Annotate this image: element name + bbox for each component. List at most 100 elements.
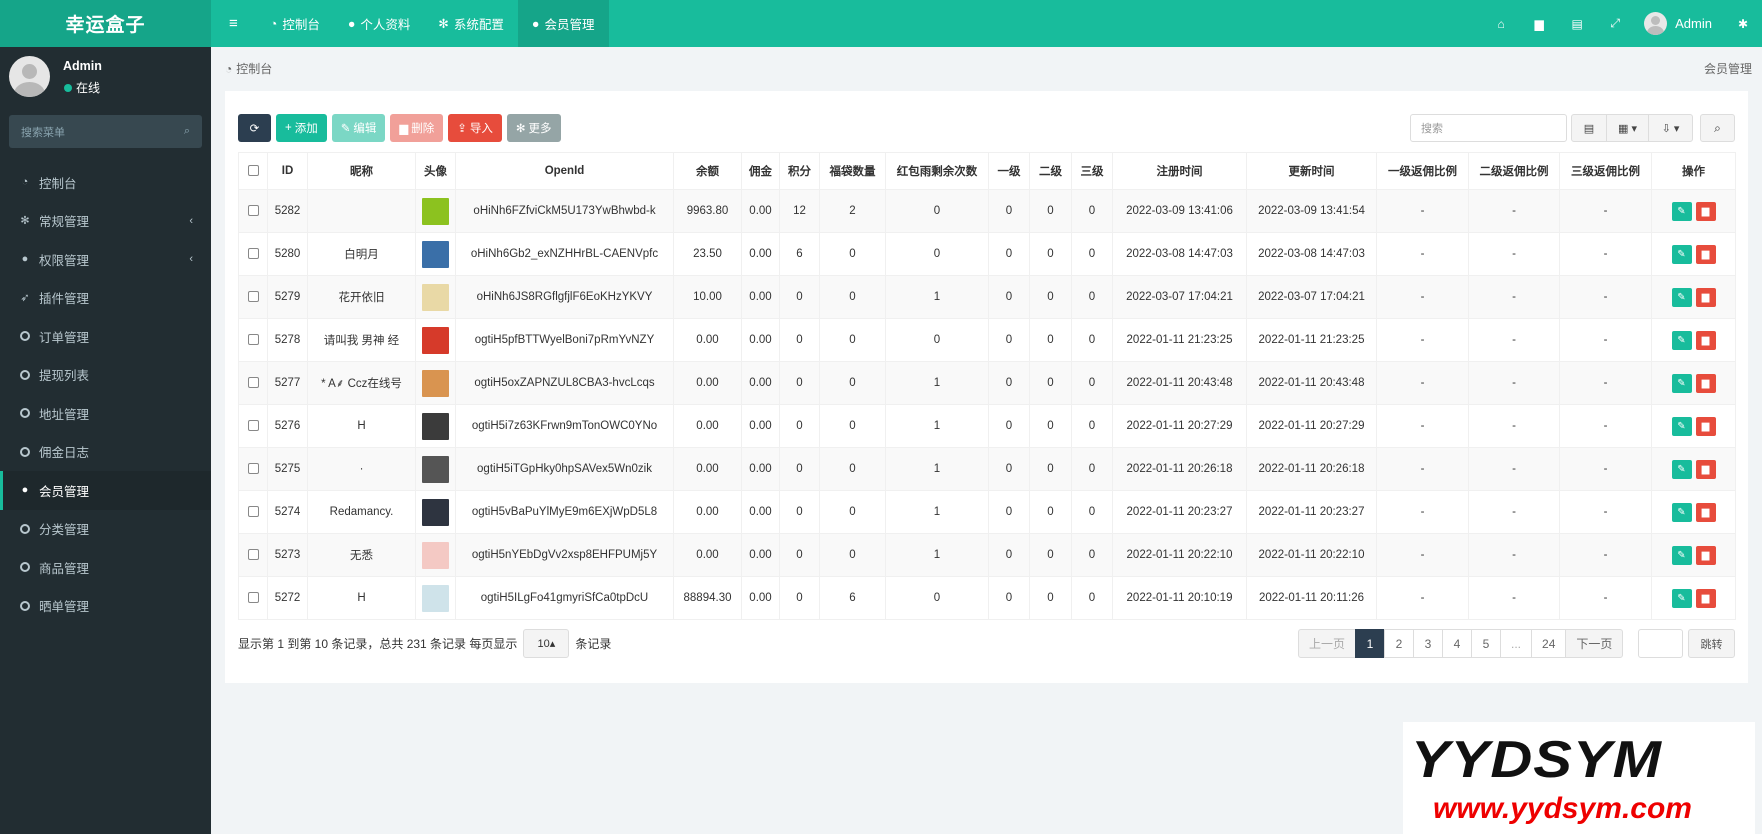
- table-row[interactable]: 5272 HogtiH5ILgFo41gmyriSfCa0tpDcU 88894.3…: [238, 576, 1736, 620]
- columns-button[interactable]: ▦ ▾: [1606, 114, 1649, 142]
- row-edit-button[interactable]: ✎: [1671, 373, 1692, 393]
- row-checkbox[interactable]: [247, 549, 259, 561]
- row-checkbox[interactable]: [247, 592, 259, 604]
- page-button[interactable]: 4: [1442, 629, 1473, 658]
- row-delete-button[interactable]: ▆: [1695, 373, 1716, 393]
- row-delete-button[interactable]: ▆: [1695, 459, 1716, 479]
- table-row[interactable]: 5278 请叫我 男神 经 ogtiH5pfBTTWyelBoni7pRmYvNZY…: [238, 318, 1736, 362]
- row-delete-button[interactable]: ▆: [1695, 201, 1716, 221]
- avatar[interactable]: [422, 412, 449, 440]
- row-checkbox[interactable]: [247, 334, 259, 346]
- sidebar-item-permissions[interactable]: ● 权限管理 ‹: [0, 240, 211, 279]
- row-delete-button[interactable]: ▆: [1695, 287, 1716, 307]
- column-header[interactable]: 三级: [1071, 152, 1113, 190]
- menu-search-input[interactable]: 搜索菜单 ⌕: [9, 115, 202, 148]
- column-header[interactable]: 红包雨剩余次数: [885, 152, 989, 190]
- column-header[interactable]: 注册时间: [1112, 152, 1247, 190]
- sidebar-item-commission-log[interactable]: 佣金日志: [0, 433, 211, 472]
- column-header[interactable]: 二级: [1029, 152, 1072, 190]
- table-row[interactable]: 5274 Redamancy. ogtiH5vBaPuYlMyE9m6EXjWpD5…: [238, 490, 1736, 534]
- sidebar-item-addresses[interactable]: 地址管理: [0, 394, 211, 433]
- avatar[interactable]: [422, 197, 449, 225]
- row-checkbox[interactable]: [247, 420, 259, 432]
- row-delete-button[interactable]: ▆: [1695, 244, 1716, 264]
- column-header[interactable]: OpenId: [455, 152, 674, 190]
- row-delete-button[interactable]: ▆: [1695, 502, 1716, 522]
- row-edit-button[interactable]: ✎: [1671, 545, 1692, 565]
- column-header[interactable]: 积分: [779, 152, 820, 190]
- row-edit-button[interactable]: ✎: [1671, 502, 1692, 522]
- sidebar-item-withdrawals[interactable]: 提现列表: [0, 356, 211, 395]
- topnav-item-dashboard[interactable]: ◔ 控制台: [256, 0, 334, 47]
- sidebar-item-showcase[interactable]: 晒单管理: [0, 587, 211, 626]
- page-button[interactable]: 5: [1471, 629, 1502, 658]
- sidebar-item-categories[interactable]: 分类管理: [0, 510, 211, 549]
- topnav-item-members[interactable]: ● 会员管理: [517, 0, 609, 47]
- more-button[interactable]: ✻ 更多: [506, 114, 561, 142]
- table-row[interactable]: 5273 无悉 ogtiH5nYEbDgVv2xsp8EHFPUMj5Y 0.00 0.…: [238, 533, 1736, 577]
- advanced-search-button[interactable]: ⌕: [1700, 114, 1735, 142]
- page-button[interactable]: 2: [1384, 629, 1415, 658]
- table-row[interactable]: 5276 HogtiH5i7z63KFrwn9mTonOWC0YNo 0.00 0.0…: [238, 404, 1736, 448]
- column-header[interactable]: 头像: [415, 152, 456, 190]
- app-logo[interactable]: 幸运盒子: [0, 0, 211, 47]
- page-size-select[interactable]: 10 ▴: [523, 629, 570, 658]
- language-icon[interactable]: ▤: [1558, 0, 1596, 47]
- column-header[interactable]: 一级: [988, 152, 1030, 190]
- delete-button[interactable]: ▆ 删除: [390, 114, 444, 142]
- row-edit-button[interactable]: ✎: [1671, 588, 1692, 608]
- prev-page-button[interactable]: 上一页: [1298, 629, 1357, 658]
- row-delete-button[interactable]: ▆: [1695, 330, 1716, 350]
- row-checkbox[interactable]: [247, 506, 259, 518]
- row-edit-button[interactable]: ✎: [1671, 201, 1692, 221]
- column-header[interactable]: ID: [267, 152, 308, 190]
- column-header[interactable]: 更新时间: [1246, 152, 1377, 190]
- row-edit-button[interactable]: ✎: [1671, 459, 1692, 479]
- sidebar-item-orders[interactable]: 订单管理: [0, 317, 211, 356]
- fullscreen-icon[interactable]: ⤢: [1596, 0, 1634, 47]
- row-edit-button[interactable]: ✎: [1671, 244, 1692, 264]
- column-header[interactable]: 佣金: [741, 152, 780, 190]
- add-button[interactable]: + 添加: [276, 114, 327, 142]
- select-all-checkbox[interactable]: [247, 165, 259, 177]
- sidebar-item-products[interactable]: 商品管理: [0, 548, 211, 587]
- jump-page-input[interactable]: [1638, 629, 1683, 658]
- avatar[interactable]: [422, 326, 449, 354]
- row-checkbox[interactable]: [247, 248, 259, 260]
- trash-icon[interactable]: ▆: [1520, 0, 1558, 47]
- column-header[interactable]: 二级返佣比例: [1468, 152, 1560, 190]
- home-icon[interactable]: ⌂: [1482, 0, 1520, 47]
- row-delete-button[interactable]: ▆: [1695, 416, 1716, 436]
- avatar[interactable]: [422, 584, 449, 612]
- page-button[interactable]: 1: [1355, 629, 1386, 658]
- breadcrumb-item[interactable]: 控制台: [236, 60, 272, 77]
- column-header[interactable]: 余额: [673, 152, 742, 190]
- table-row[interactable]: 5282 oHiNh6FZfviCkM5U173YwBhwbd-k 9963.80 0…: [238, 189, 1736, 233]
- row-checkbox[interactable]: [247, 291, 259, 303]
- avatar[interactable]: [422, 240, 449, 268]
- row-checkbox[interactable]: [247, 463, 259, 475]
- next-page-button[interactable]: 下一页: [1565, 629, 1624, 658]
- column-header[interactable]: 三级返佣比例: [1559, 152, 1652, 190]
- page-button[interactable]: 3: [1413, 629, 1444, 658]
- row-checkbox[interactable]: [247, 205, 259, 217]
- refresh-button[interactable]: ⟳: [238, 114, 271, 142]
- column-header[interactable]: 昵称: [307, 152, 416, 190]
- avatar[interactable]: [422, 283, 449, 311]
- table-row[interactable]: 5280 白明月 oHiNh6Gb2_exNZHHrBL-CAENVpfc 23.50…: [238, 232, 1736, 276]
- toggle-view-button[interactable]: ▤: [1571, 114, 1607, 142]
- import-button[interactable]: ⇪ 导入: [448, 114, 502, 142]
- topnav-item-config[interactable]: ✻ 系统配置: [424, 0, 518, 47]
- export-button[interactable]: ⇩ ▾: [1648, 114, 1693, 142]
- sidebar-item-plugins[interactable]: ➶ 插件管理: [0, 279, 211, 318]
- row-edit-button[interactable]: ✎: [1671, 287, 1692, 307]
- edit-button[interactable]: ✎ 编辑: [331, 114, 386, 142]
- row-delete-button[interactable]: ▆: [1695, 588, 1716, 608]
- row-delete-button[interactable]: ▆: [1695, 545, 1716, 565]
- table-search-input[interactable]: 搜索: [1410, 114, 1567, 142]
- row-edit-button[interactable]: ✎: [1671, 416, 1692, 436]
- sidebar-item-members[interactable]: ● 会员管理: [0, 471, 211, 510]
- table-row[interactable]: 5275 · ogtiH5iTGpHky0hpSAVex5Wn0zik 0.00 0.0…: [238, 447, 1736, 491]
- sidebar-toggle-button[interactable]: ≡: [211, 0, 256, 47]
- user-menu[interactable]: Admin: [1634, 12, 1724, 35]
